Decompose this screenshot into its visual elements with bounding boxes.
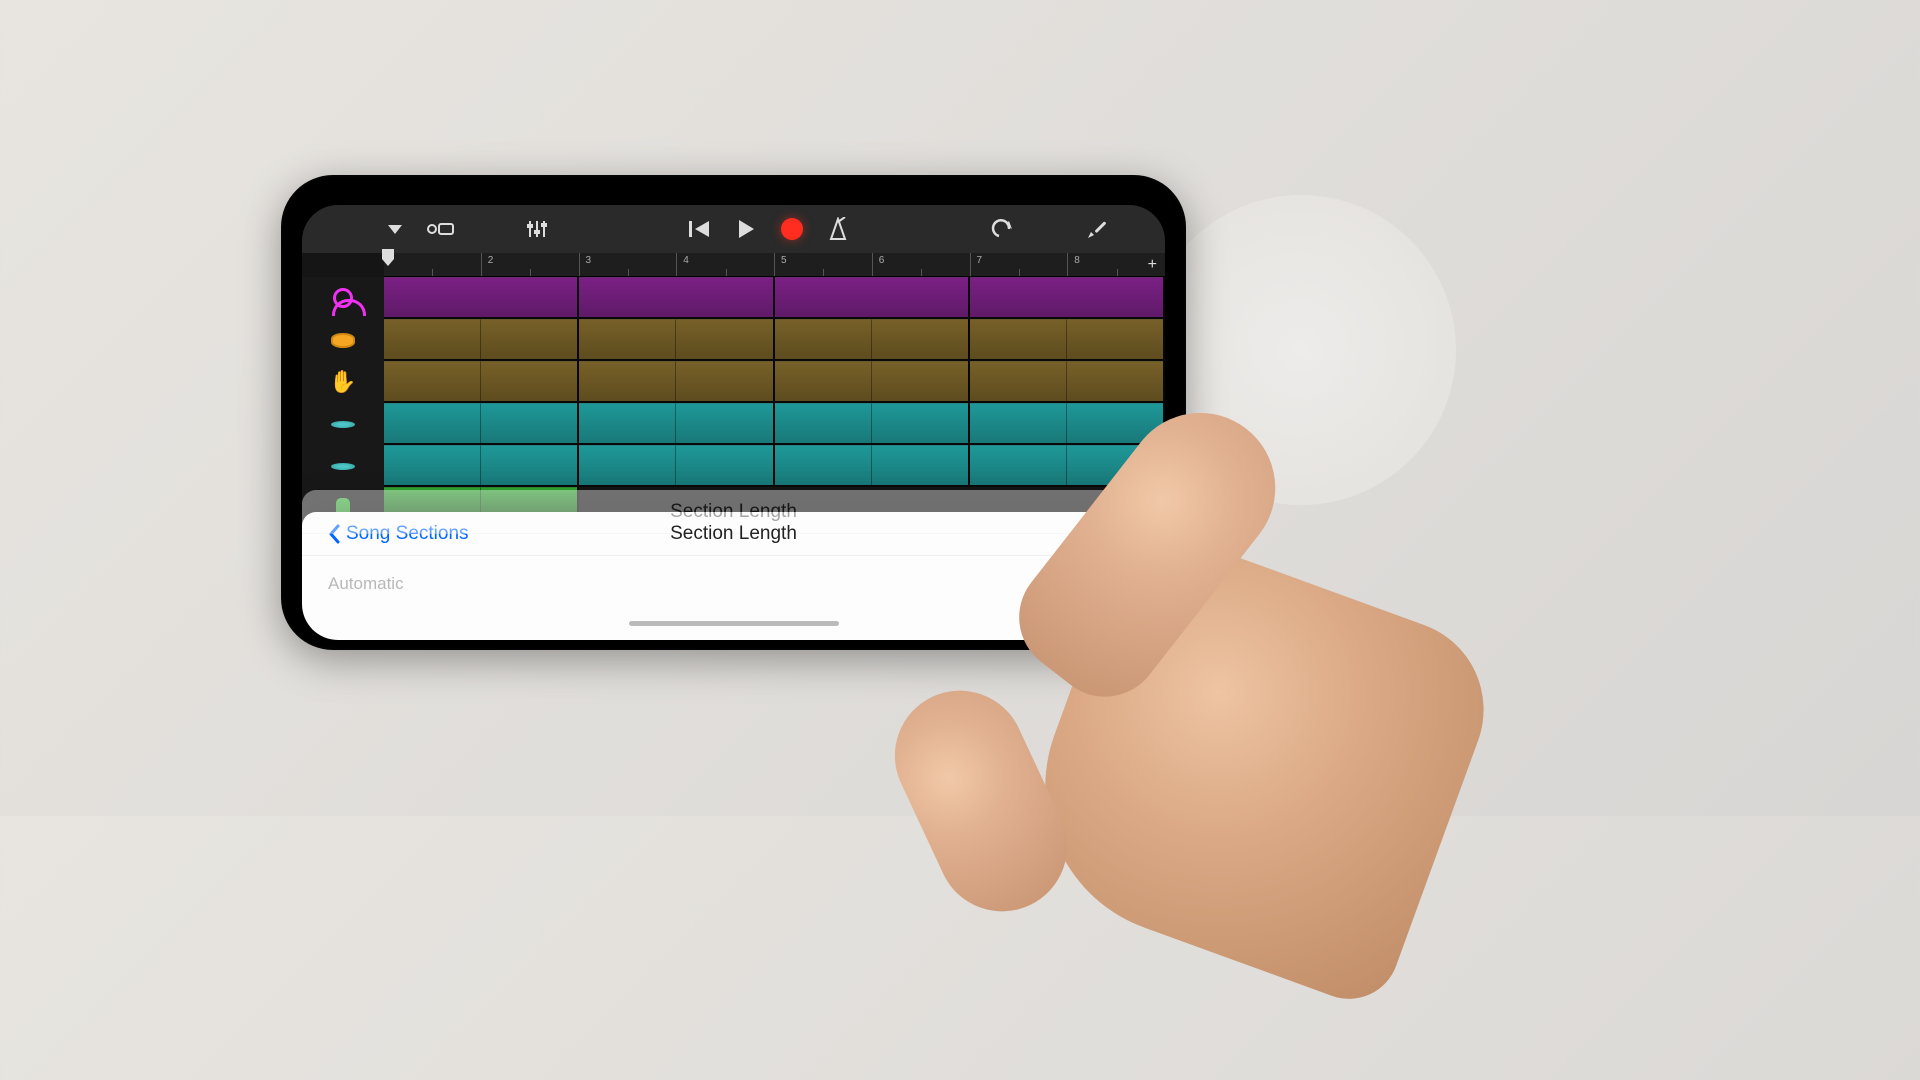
play-button[interactable] <box>728 212 764 246</box>
ruler-mark: 5 <box>774 253 872 276</box>
background-plate <box>1146 195 1456 505</box>
my-songs-dropdown[interactable] <box>377 212 413 246</box>
phone-body: 2 3 4 5 6 7 8 + ✋ <box>281 175 1186 650</box>
rewind-button[interactable] <box>682 212 718 246</box>
record-button[interactable] <box>774 212 810 246</box>
audio-track-icon[interactable] <box>302 277 384 319</box>
toolbar <box>302 205 1165 253</box>
ruler-mark: 4 <box>676 253 774 276</box>
cymbal-track-2-icon[interactable] <box>302 445 384 487</box>
settings-button[interactable] <box>1079 212 1115 246</box>
percussion-track-icon[interactable]: ✋ <box>302 361 384 403</box>
home-indicator[interactable] <box>629 621 839 626</box>
metronome-button[interactable] <box>820 212 856 246</box>
ruler-mark: 6 <box>872 253 970 276</box>
ruler-mark: 7 <box>970 253 1068 276</box>
track-row[interactable] <box>384 319 1165 361</box>
ruler-mark: 3 <box>579 253 677 276</box>
app-screen: 2 3 4 5 6 7 8 + ✋ <box>302 205 1165 640</box>
cymbal-track-1-icon[interactable] <box>302 403 384 445</box>
add-section-button[interactable]: + <box>1148 256 1157 274</box>
track-row[interactable] <box>384 445 1165 487</box>
track-row[interactable] <box>384 403 1165 445</box>
sheet-title: Section Length <box>670 523 797 545</box>
track-controls-button[interactable] <box>519 212 555 246</box>
drum-track-icon[interactable] <box>302 319 384 361</box>
track-row[interactable] <box>384 361 1165 403</box>
timeline-ruler[interactable]: 2 3 4 5 6 7 8 + <box>384 253 1165 277</box>
track-row[interactable] <box>384 277 1165 319</box>
undo-button[interactable] <box>983 212 1019 246</box>
section-length-sheet: Section Length Done Song Sections Sectio… <box>302 512 1165 640</box>
view-toggle-button[interactable] <box>423 212 459 246</box>
automatic-option[interactable]: Automatic <box>302 556 1165 594</box>
ruler-mark: 2 <box>481 253 579 276</box>
record-icon <box>781 218 803 240</box>
